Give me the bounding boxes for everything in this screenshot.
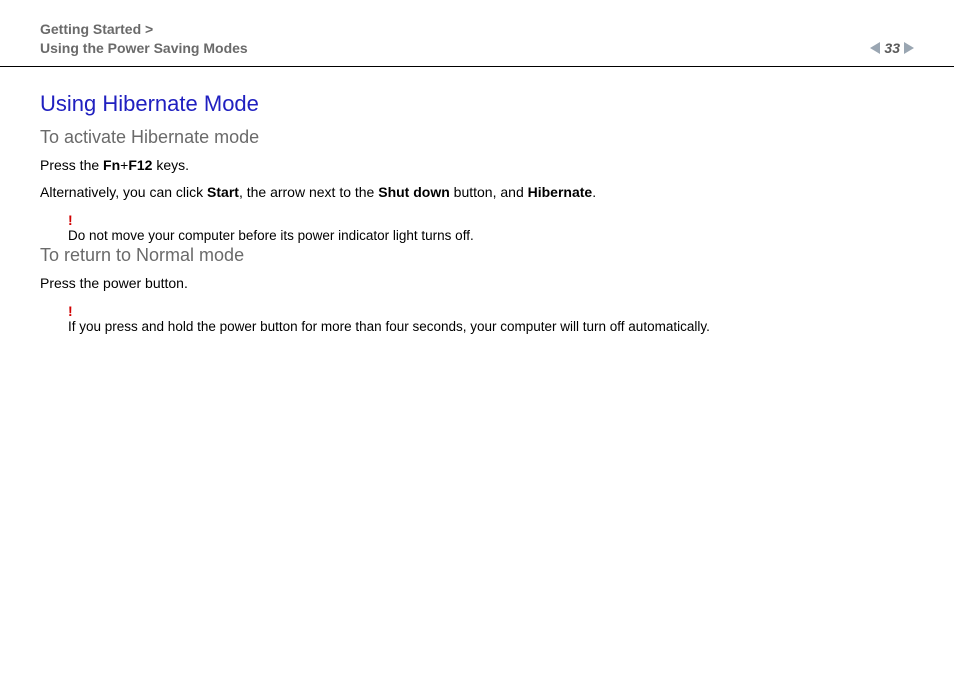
breadcrumb-line2: Using the Power Saving Modes [40,40,248,56]
text: Press the [40,157,103,173]
instruction-alternative: Alternatively, you can click Start, the … [40,183,914,203]
text: keys. [152,157,189,173]
page-number: 33 [884,40,900,56]
bold-shutdown: Shut down [378,184,450,200]
text: button, and [450,184,528,200]
key-f12: F12 [128,157,152,173]
warning-block: ! Do not move your computer before its p… [68,213,914,245]
warning-block: ! If you press and hold the power button… [68,304,914,336]
bold-hibernate: Hibernate [528,184,593,200]
instruction-power-button: Press the power button. [40,274,914,294]
warning-text: Do not move your computer before its pow… [68,227,914,245]
page-content: Using Hibernate Mode To activate Hiberna… [0,67,954,336]
bold-start: Start [207,184,239,200]
section-heading-activate: To activate Hibernate mode [40,127,914,148]
pager: 33 [870,40,914,58]
text: Alternatively, you can click [40,184,207,200]
next-page-arrow-icon[interactable] [904,42,914,54]
text: , the arrow next to the [239,184,378,200]
page-title: Using Hibernate Mode [40,91,914,117]
instruction-press-keys: Press the Fn+F12 keys. [40,156,914,176]
breadcrumb: Getting Started > Using the Power Saving… [40,20,248,58]
warning-text: If you press and hold the power button f… [68,318,914,336]
key-fn: Fn [103,157,120,173]
text: . [592,184,596,200]
warning-icon: ! [68,304,914,318]
prev-page-arrow-icon[interactable] [870,42,880,54]
section-heading-return: To return to Normal mode [40,245,914,266]
breadcrumb-line1: Getting Started > [40,21,153,37]
warning-icon: ! [68,213,914,227]
page-header: Getting Started > Using the Power Saving… [0,0,954,67]
